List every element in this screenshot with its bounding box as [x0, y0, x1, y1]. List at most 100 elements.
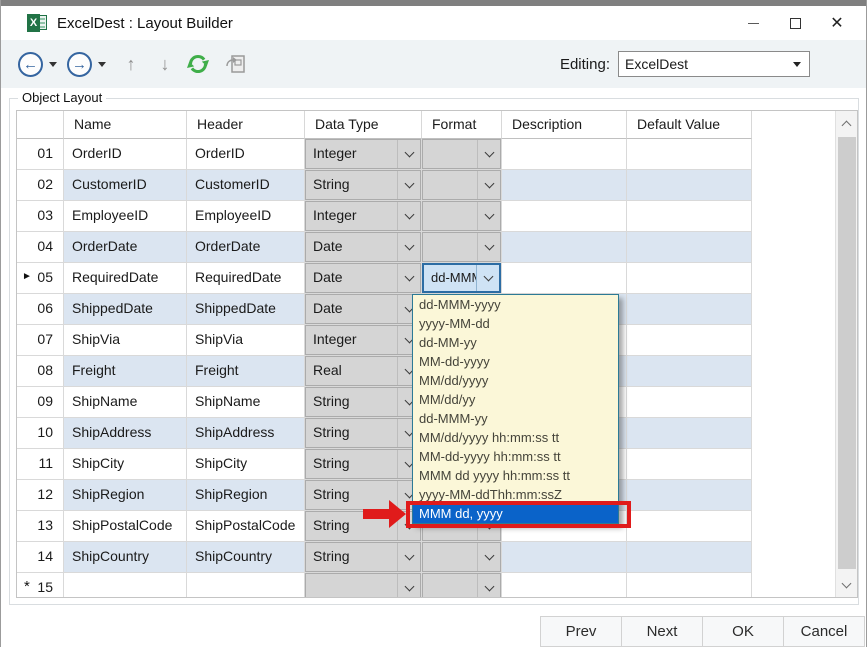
row-header-cell[interactable]: 07	[17, 325, 64, 356]
defaultvalue-cell[interactable]	[627, 294, 752, 325]
defaultvalue-cell[interactable]	[627, 542, 752, 573]
header-cell[interactable]: ShipAddress	[187, 418, 305, 449]
defaultvalue-cell[interactable]	[627, 201, 752, 232]
format-option[interactable]: MM/dd/yy	[413, 390, 618, 409]
name-cell[interactable]: ShipCountry	[64, 542, 187, 573]
cancel-button[interactable]: Cancel	[783, 616, 865, 647]
row-header-cell[interactable]: 08	[17, 356, 64, 387]
defaultvalue-cell[interactable]	[627, 511, 752, 542]
export-button[interactable]	[222, 51, 250, 77]
format-combobox[interactable]	[422, 201, 501, 231]
row-header-cell[interactable]: 06	[17, 294, 64, 325]
editing-combobox[interactable]: ExcelDest	[618, 51, 810, 77]
datatype-combobox[interactable]: String	[305, 170, 421, 200]
datatype-combobox-dropdown-button[interactable]	[397, 574, 420, 598]
header-cell[interactable]: ShipPostalCode	[187, 511, 305, 542]
description-cell[interactable]	[502, 542, 627, 573]
format-option[interactable]: yyyy-MM-dd	[413, 314, 618, 333]
header-cell[interactable]: ShippedDate	[187, 294, 305, 325]
name-cell[interactable]: EmployeeID	[64, 201, 187, 232]
back-button[interactable]: ←	[18, 52, 43, 77]
format-combobox[interactable]	[422, 232, 501, 262]
row-header-cell[interactable]: ►05	[17, 263, 64, 294]
datatype-combobox[interactable]: String	[305, 418, 421, 448]
header-cell[interactable]: ShipRegion	[187, 480, 305, 511]
row-header-cell[interactable]: 04	[17, 232, 64, 263]
defaultvalue-cell[interactable]	[627, 263, 752, 294]
description-cell[interactable]	[502, 201, 627, 232]
prev-button[interactable]: Prev	[540, 616, 622, 647]
defaultvalue-cell[interactable]	[627, 418, 752, 449]
name-cell[interactable]: OrderID	[64, 139, 187, 170]
defaultvalue-cell[interactable]	[627, 356, 752, 387]
datatype-combobox-dropdown-button[interactable]	[397, 543, 420, 571]
row-header-cell[interactable]: 03	[17, 201, 64, 232]
defaultvalue-cell[interactable]	[627, 170, 752, 201]
close-button[interactable]: ✕	[816, 6, 858, 40]
name-cell[interactable]: CustomerID	[64, 170, 187, 201]
defaultvalue-cell[interactable]	[627, 387, 752, 418]
ok-button[interactable]: OK	[702, 616, 784, 647]
format-option[interactable]: MM-dd-yyyy	[413, 352, 618, 371]
format-combobox-dropdown-button[interactable]	[477, 543, 500, 571]
format-combobox-dropdown-button[interactable]	[477, 202, 500, 230]
format-option[interactable]: dd-MMM-yy	[413, 409, 618, 428]
row-header-cell[interactable]: 01	[17, 139, 64, 170]
format-option[interactable]: dd-MM-yy	[413, 333, 618, 352]
format-option[interactable]: MMM dd yyyy hh:mm:ss tt	[413, 466, 618, 485]
forward-button[interactable]: →	[67, 52, 92, 77]
column-header-description[interactable]: Description	[502, 111, 627, 139]
name-cell[interactable]: ShipRegion	[64, 480, 187, 511]
column-header-rowselector[interactable]	[17, 111, 64, 139]
row-header-cell[interactable]: 14	[17, 542, 64, 573]
format-combobox-dropdown-button[interactable]	[477, 140, 500, 168]
header-cell[interactable]: ShipVia	[187, 325, 305, 356]
header-cell[interactable]: ShipCity	[187, 449, 305, 480]
format-combobox[interactable]	[422, 139, 501, 169]
description-cell[interactable]	[502, 263, 627, 294]
column-header-defaultvalue[interactable]: Default Value	[627, 111, 752, 139]
header-cell[interactable]	[187, 573, 305, 598]
name-cell[interactable]: Freight	[64, 356, 187, 387]
datatype-combobox[interactable]: Integer	[305, 139, 421, 169]
format-combobox[interactable]	[422, 542, 501, 572]
name-cell[interactable]: OrderDate	[64, 232, 187, 263]
header-cell[interactable]: ShipName	[187, 387, 305, 418]
defaultvalue-cell[interactable]	[627, 139, 752, 170]
defaultvalue-cell[interactable]	[627, 325, 752, 356]
row-header-cell[interactable]: 10	[17, 418, 64, 449]
datatype-combobox[interactable]: Date	[305, 263, 421, 293]
datatype-combobox[interactable]	[305, 573, 421, 598]
column-header-datatype[interactable]: Data Type	[305, 111, 422, 139]
minimize-button[interactable]	[732, 6, 774, 40]
defaultvalue-cell[interactable]	[627, 480, 752, 511]
refresh-button[interactable]	[184, 51, 212, 77]
description-cell[interactable]	[502, 170, 627, 201]
defaultvalue-cell[interactable]	[627, 449, 752, 480]
defaultvalue-cell[interactable]	[627, 232, 752, 263]
header-cell[interactable]: Freight	[187, 356, 305, 387]
header-cell[interactable]: OrderDate	[187, 232, 305, 263]
scrollbar-thumb[interactable]	[838, 137, 856, 569]
datatype-combobox[interactable]: String	[305, 542, 421, 572]
datatype-combobox[interactable]: Real	[305, 356, 421, 386]
column-header-format[interactable]: Format	[422, 111, 502, 139]
next-button[interactable]: Next	[621, 616, 703, 647]
format-combobox[interactable]: dd-MMM	[422, 263, 501, 293]
name-cell[interactable]: ShippedDate	[64, 294, 187, 325]
row-header-cell[interactable]: 09	[17, 387, 64, 418]
row-header-cell[interactable]: 13	[17, 511, 64, 542]
format-combobox[interactable]	[422, 573, 501, 598]
format-option[interactable]: dd-MMM-yyyy	[413, 295, 618, 314]
description-cell[interactable]	[502, 139, 627, 170]
name-cell[interactable]: ShipCity	[64, 449, 187, 480]
description-cell[interactable]	[502, 573, 627, 598]
name-cell[interactable]: ShipName	[64, 387, 187, 418]
description-cell[interactable]	[502, 232, 627, 263]
maximize-button[interactable]	[774, 6, 816, 40]
grid-vertical-scrollbar[interactable]	[835, 111, 857, 597]
datatype-combobox-dropdown-button[interactable]	[397, 264, 420, 292]
datatype-combobox[interactable]: Date	[305, 232, 421, 262]
format-option[interactable]: MM/dd/yyyy hh:mm:ss tt	[413, 428, 618, 447]
forward-dropdown-caret-icon[interactable]	[98, 62, 106, 67]
